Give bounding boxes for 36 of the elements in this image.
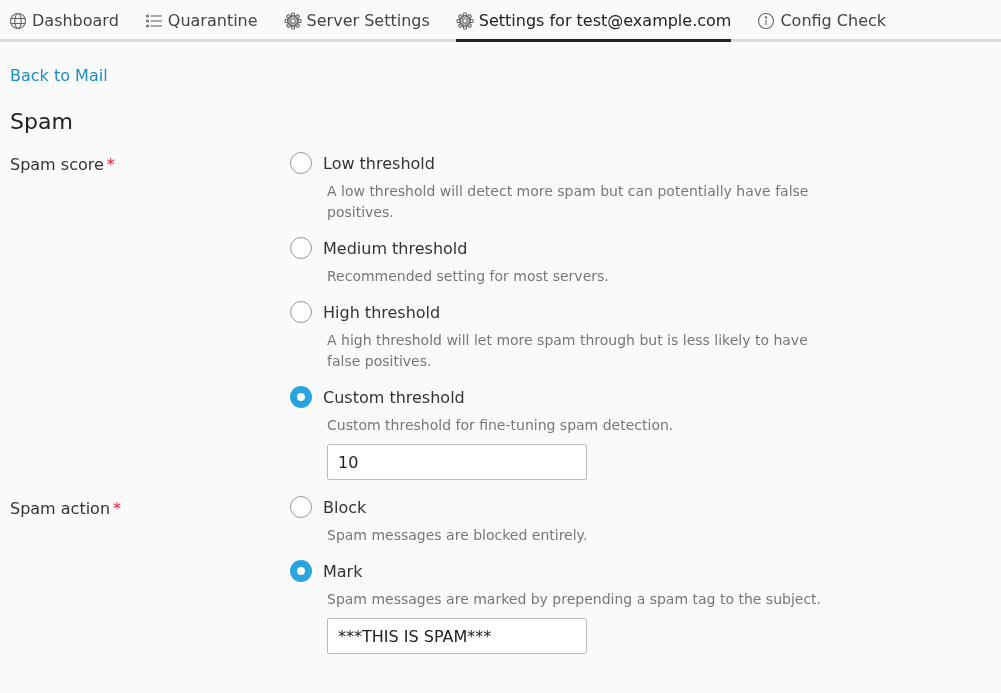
field-label: Spam score (10, 155, 104, 174)
option-description: Custom threshold for fine-tuning spam detection. (327, 416, 675, 435)
option-description: Spam messages are blocked entirely. (327, 526, 589, 545)
radio-button[interactable] (290, 386, 312, 408)
option-label[interactable]: Low threshold (323, 153, 435, 173)
tab[interactable]: Config Check (757, 0, 887, 42)
globe-icon (9, 11, 27, 30)
radio-button[interactable] (290, 301, 312, 323)
info-icon (757, 11, 776, 30)
field-label: Spam action (10, 499, 111, 518)
back-link[interactable]: Back to Mail (10, 66, 108, 85)
option-label[interactable]: Mark (323, 561, 363, 581)
tab[interactable]: Quarantine (144, 0, 258, 42)
required-mark: * (113, 499, 122, 518)
option-label[interactable]: High threshold (323, 302, 441, 322)
radio-button[interactable] (290, 496, 312, 518)
option-label[interactable]: Custom threshold (323, 387, 465, 407)
input-field[interactable]: 10 (327, 444, 587, 480)
tab[interactable]: Server Settings (283, 0, 430, 42)
option-description: Spam messages are marked by prepending a spam tag to the subject. (327, 590, 822, 609)
option-description: Recommended setting for most servers. (327, 267, 610, 286)
settings-icon (283, 11, 302, 30)
option-label[interactable]: Medium threshold (323, 238, 468, 258)
radio-button[interactable] (290, 152, 312, 174)
radio-button[interactable] (290, 560, 312, 582)
tab[interactable]: Dashboard (9, 0, 119, 42)
input-field[interactable]: ***THIS IS SPAM*** (327, 618, 587, 654)
tab[interactable]: Settings for test@example.com (455, 0, 732, 42)
option-description: A high threshold will let more spam through but is less likely to have false positives. (327, 331, 809, 371)
required-mark: * (106, 155, 115, 174)
radio-button[interactable] (290, 237, 312, 259)
option-label[interactable]: Block (323, 497, 367, 517)
option-description: A low threshold will detect more spam but can potentially have false positives. (327, 182, 810, 222)
list-icon (144, 11, 163, 30)
section-title: Spam (10, 109, 74, 134)
settings-icon (455, 11, 474, 30)
